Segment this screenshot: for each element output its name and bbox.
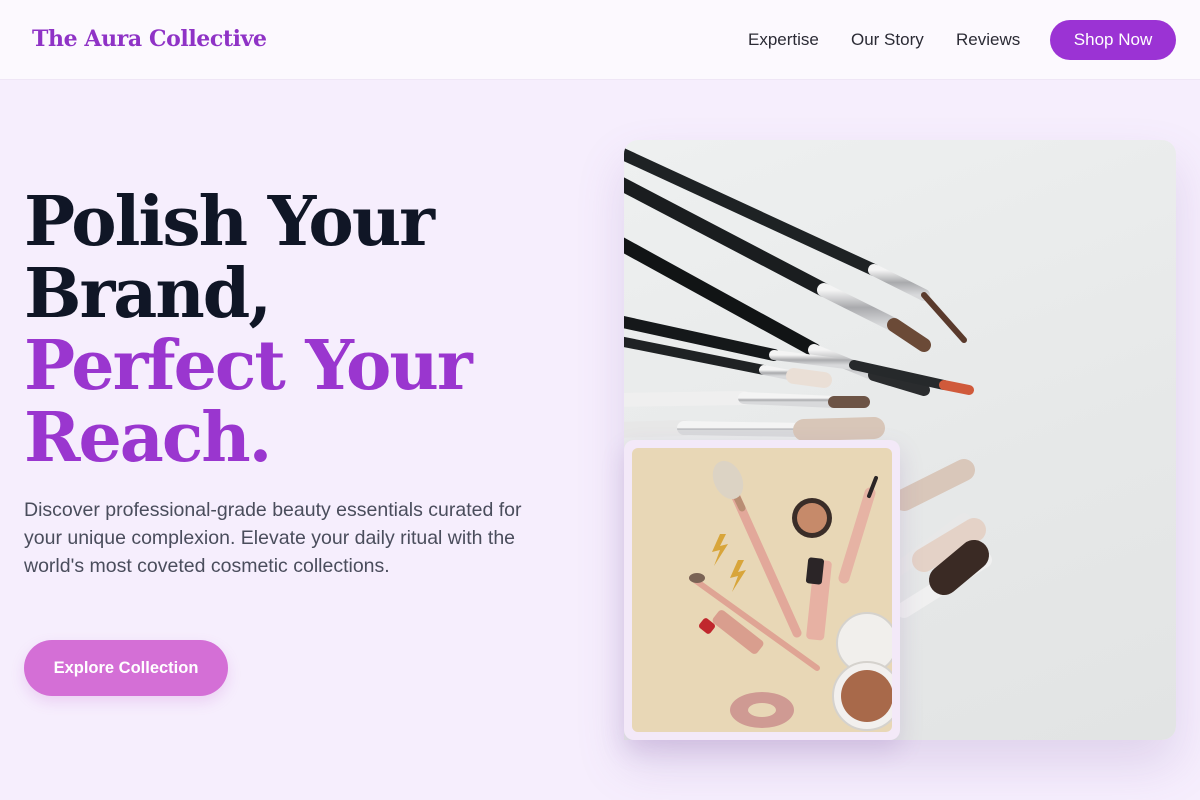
headline-line-4: Reach. [24,398,272,478]
hero-headline: Polish Your Brand, Perfect Your Reach. [24,186,584,474]
shop-now-button[interactable]: Shop Now [1050,20,1176,60]
headline-line-2: Brand, [24,254,272,334]
cosmetics-flatlay-illustration [689,460,892,731]
nav-link-reviews[interactable]: Reviews [956,30,1020,50]
headline-line-3: Perfect Your [24,326,473,406]
explore-collection-button[interactable]: Explore Collection [24,640,228,696]
site-header: The Aura Collective Expertise Our Story … [0,0,1200,80]
headline-line-1: Polish Your [24,182,435,262]
nav-link-our-story[interactable]: Our Story [851,30,924,50]
nav-link-expertise[interactable]: Expertise [748,30,819,50]
hero-description: Discover professional-grade beauty essen… [24,499,522,577]
brand-logo[interactable]: The Aura Collective [32,26,267,52]
cosmetics-flatlay-image [632,448,892,732]
cosmetics-inset-frame [624,440,900,740]
